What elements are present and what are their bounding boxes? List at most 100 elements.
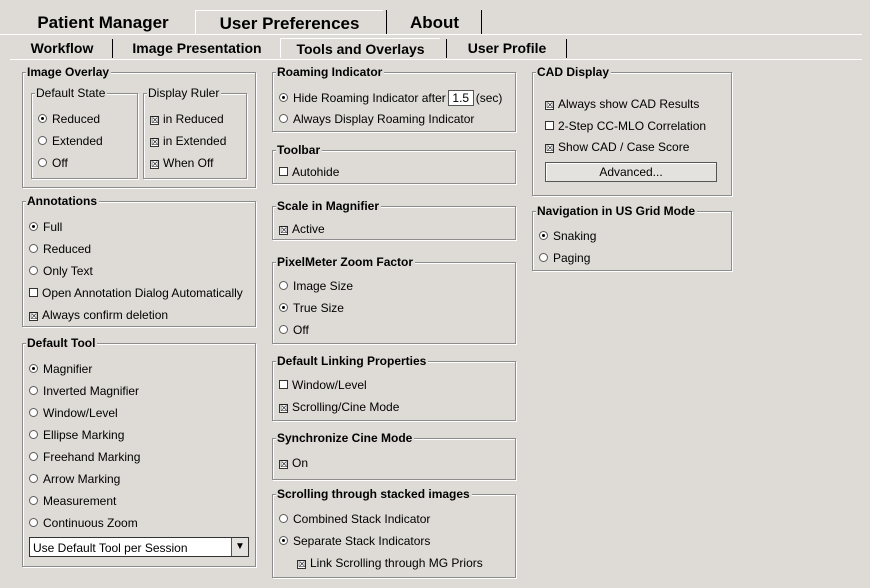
- radio-icon[interactable]: [29, 222, 38, 231]
- checkbox-checked-icon[interactable]: ☒: [29, 312, 38, 321]
- checkbox-checked-icon[interactable]: ☒: [279, 460, 288, 469]
- tab-about[interactable]: About: [392, 10, 477, 34]
- hide-roaming-indicator-option[interactable]: Hide Roaming Indicator after 1.5 (sec): [279, 89, 502, 107]
- advanced-button[interactable]: Advanced...: [545, 162, 717, 182]
- show-cad-case-score-checkbox[interactable]: ☒ Show CAD / Case Score: [545, 140, 689, 154]
- us-grid-navigation-group: Navigation in US Grid Mode Snaking Pagin…: [532, 204, 732, 271]
- tab-tools-and-overlays[interactable]: Tools and Overlays: [280, 38, 440, 58]
- tool-window-level[interactable]: Window/Level: [29, 406, 118, 420]
- tool-freehand-marking[interactable]: Freehand Marking: [29, 450, 140, 464]
- tool-arrow-marking[interactable]: Arrow Marking: [29, 472, 120, 486]
- radio-icon[interactable]: [29, 430, 38, 439]
- tab-user-profile[interactable]: User Profile: [452, 38, 562, 58]
- radio-icon[interactable]: [29, 244, 38, 253]
- tool-measurement[interactable]: Measurement: [29, 494, 116, 508]
- combined-stack-indicator-option[interactable]: Combined Stack Indicator: [279, 512, 430, 526]
- annotations-only-text[interactable]: Only Text: [29, 264, 93, 278]
- magnifier-active-checkbox[interactable]: ☒ Active: [279, 222, 325, 236]
- ruler-when-off[interactable]: ☒ When Off: [150, 156, 213, 170]
- always-display-roaming-option[interactable]: Always Display Roaming Indicator: [279, 112, 474, 126]
- pixelmeter-title: PixelMeter Zoom Factor: [276, 255, 416, 269]
- radio-icon[interactable]: [279, 93, 288, 102]
- roaming-seconds-input[interactable]: 1.5: [447, 90, 474, 106]
- tab-separator: [386, 10, 387, 34]
- tab-separator: [481, 10, 482, 34]
- radio-icon[interactable]: [38, 136, 47, 145]
- open-annotation-dialog-checkbox[interactable]: Open Annotation Dialog Automatically: [29, 286, 243, 300]
- tab-workflow[interactable]: Workflow: [22, 38, 102, 58]
- linking-window-level-checkbox[interactable]: Window/Level: [279, 378, 367, 392]
- radio-icon[interactable]: [279, 514, 288, 523]
- checkbox-icon[interactable]: [279, 167, 288, 176]
- radio-icon[interactable]: [29, 474, 38, 483]
- checkbox-checked-icon[interactable]: ☒: [150, 138, 159, 147]
- ruler-in-extended[interactable]: ☒ in Extended: [150, 134, 226, 148]
- checkbox-icon[interactable]: [279, 380, 288, 389]
- radio-icon[interactable]: [539, 231, 548, 240]
- scrolling-stacked-group: Scrolling through stacked images Combine…: [272, 487, 516, 578]
- display-ruler-group: Display Ruler ☒ in Reduced ☒ in Extended ☒…: [143, 86, 247, 179]
- two-step-correlation-checkbox[interactable]: 2-Step CC-MLO Correlation: [545, 119, 706, 133]
- default-state-extended[interactable]: Extended: [38, 134, 103, 148]
- linking-scrolling-cine-checkbox[interactable]: ☒ Scrolling/Cine Mode: [279, 400, 399, 414]
- checkbox-checked-icon[interactable]: ☒: [150, 160, 159, 169]
- default-state-reduced[interactable]: Reduced: [38, 112, 100, 126]
- link-scrolling-mg-priors-checkbox[interactable]: ☒ Link Scrolling through MG Priors: [297, 556, 483, 570]
- radio-icon[interactable]: [29, 386, 38, 395]
- radio-icon[interactable]: [279, 281, 288, 290]
- cad-display-title: CAD Display: [536, 65, 612, 79]
- annotations-reduced[interactable]: Reduced: [29, 242, 91, 256]
- cad-display-group: CAD Display ☒ Always show CAD Results 2-S…: [532, 65, 732, 196]
- radio-icon[interactable]: [539, 253, 548, 262]
- annotations-full[interactable]: Full: [29, 220, 62, 234]
- checkbox-checked-icon[interactable]: ☒: [279, 404, 288, 413]
- separate-stack-indicators-option[interactable]: Separate Stack Indicators: [279, 534, 430, 548]
- us-grid-snaking[interactable]: Snaking: [539, 229, 596, 243]
- radio-icon[interactable]: [29, 518, 38, 527]
- radio-icon[interactable]: [279, 114, 288, 123]
- radio-icon[interactable]: [279, 325, 288, 334]
- sync-cine-on-checkbox[interactable]: ☒ On: [279, 456, 308, 470]
- tab-patient-manager[interactable]: Patient Manager: [18, 10, 188, 34]
- chevron-down-icon[interactable]: ▼: [231, 538, 248, 556]
- roaming-indicator-title: Roaming Indicator: [276, 65, 385, 79]
- radio-icon[interactable]: [279, 536, 288, 545]
- checkbox-checked-icon[interactable]: ☒: [545, 144, 554, 153]
- default-state-off[interactable]: Off: [38, 156, 68, 170]
- radio-icon[interactable]: [279, 303, 288, 312]
- radio-icon[interactable]: [38, 114, 47, 123]
- radio-icon[interactable]: [29, 266, 38, 275]
- always-confirm-deletion-checkbox[interactable]: ☒ Always confirm deletion: [29, 308, 168, 322]
- tab-separator: [566, 39, 567, 58]
- autohide-checkbox[interactable]: Autohide: [279, 165, 339, 179]
- tool-ellipse-marking[interactable]: Ellipse Marking: [29, 428, 124, 442]
- us-grid-paging[interactable]: Paging: [539, 251, 590, 265]
- tool-continuous-zoom[interactable]: Continuous Zoom: [29, 516, 138, 530]
- pixelmeter-off[interactable]: Off: [279, 323, 309, 337]
- radio-icon[interactable]: [38, 158, 47, 167]
- tab-user-preferences[interactable]: User Preferences: [195, 10, 383, 34]
- radio-icon[interactable]: [29, 364, 38, 373]
- checkbox-checked-icon[interactable]: ☒: [545, 101, 554, 110]
- tool-magnifier[interactable]: Magnifier: [29, 362, 92, 376]
- radio-icon[interactable]: [29, 496, 38, 505]
- radio-icon[interactable]: [29, 408, 38, 417]
- linking-properties-title: Default Linking Properties: [276, 354, 429, 368]
- checkbox-checked-icon[interactable]: ☒: [150, 116, 159, 125]
- toolbar-title: Toolbar: [276, 143, 323, 157]
- ruler-in-reduced[interactable]: ☒ in Reduced: [150, 112, 224, 126]
- default-state-group: Default State Reduced Extended Off: [31, 86, 138, 179]
- us-grid-navigation-title: Navigation in US Grid Mode: [536, 204, 698, 218]
- pixelmeter-true-size[interactable]: True Size: [279, 301, 344, 315]
- always-show-cad-checkbox[interactable]: ☒ Always show CAD Results: [545, 97, 699, 111]
- pixelmeter-image-size[interactable]: Image Size: [279, 279, 353, 293]
- checkbox-icon[interactable]: [29, 288, 38, 297]
- sync-cine-group: Synchronize Cine Mode ☒ On: [272, 431, 516, 480]
- checkbox-checked-icon[interactable]: ☒: [297, 560, 306, 569]
- checkbox-checked-icon[interactable]: ☒: [279, 226, 288, 235]
- default-tool-session-select[interactable]: Use Default Tool per Session ▼: [29, 537, 249, 557]
- tool-inverted-magnifier[interactable]: Inverted Magnifier: [29, 384, 139, 398]
- checkbox-icon[interactable]: [545, 121, 554, 130]
- tab-image-presentation[interactable]: Image Presentation: [122, 38, 272, 58]
- radio-icon[interactable]: [29, 452, 38, 461]
